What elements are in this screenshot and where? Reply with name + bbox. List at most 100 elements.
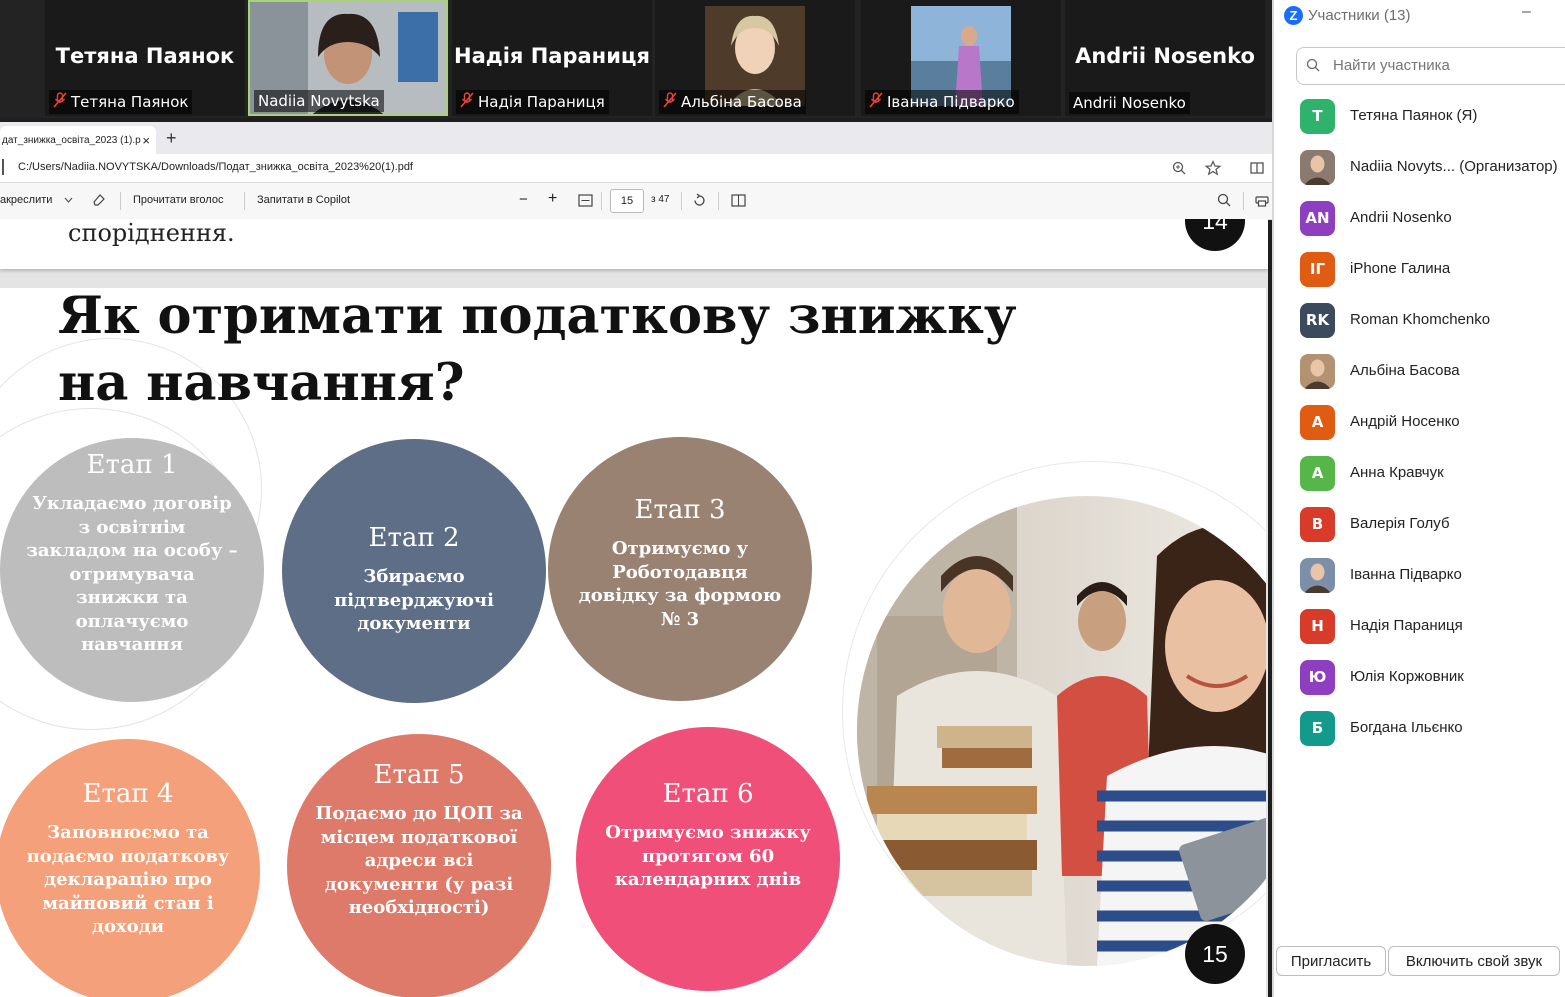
participant-row[interactable]: А Андрій Носенко: [1274, 396, 1565, 447]
video-tile[interactable]: Andrii Nosenko Andrii Nosenko: [1065, 0, 1265, 116]
slide-title: Як отримати податкову знижку на навчання…: [58, 288, 1017, 413]
participant-name: Надія Параниця: [1350, 617, 1463, 634]
draw-button[interactable]: акреслити: [0, 194, 52, 206]
pdf-toolbar: акреслити Прочитати вголос Запитати в Co…: [0, 183, 1272, 220]
participant-name: Andrii Nosenko: [1073, 94, 1186, 112]
muted-mic-icon: [460, 92, 474, 112]
page-view-icon[interactable]: [731, 194, 746, 207]
avatar: А: [1300, 405, 1335, 440]
zoom-icon[interactable]: [1172, 161, 1186, 175]
stage-title: Етап 5: [373, 760, 465, 790]
participant-name: Nadiia Novyts... (Организатор): [1350, 158, 1558, 175]
chevron-down-icon[interactable]: [64, 197, 73, 203]
participant-name: Валерія Голуб: [1350, 515, 1450, 532]
participant-row[interactable]: Іванна Підварко: [1274, 549, 1565, 600]
stage-title: Етап 2: [368, 523, 460, 553]
zoom-in-button[interactable]: +: [548, 190, 557, 208]
participant-row[interactable]: Т Тетяна Паянок (Я): [1274, 90, 1565, 141]
page-total: з 47: [651, 194, 670, 205]
stage-description: Отримуємо знижку протягом 60 календарних…: [605, 822, 811, 890]
url-text[interactable]: C:/Users/Nadiia.NOVYTSKA/Downloads/Подат…: [18, 161, 413, 173]
previous-page-text: споріднення.: [68, 219, 235, 247]
participant-name: Анна Кравчук: [1350, 464, 1444, 481]
toolbar-divider: [718, 192, 719, 210]
participants-title: Участники (13): [1308, 7, 1411, 24]
video-tile-label: Nadiia Novytska: [254, 90, 384, 112]
page-number-badge: 15: [1185, 924, 1245, 984]
participant-row[interactable]: AN Andrii Nosenko: [1274, 192, 1565, 243]
participant-name: Тетяна Паянок (Я): [1350, 107, 1478, 124]
avatar: А: [1300, 456, 1335, 491]
avatar: В: [1300, 507, 1335, 542]
participant-row[interactable]: Альбіна Басова: [1274, 345, 1565, 396]
video-tile-name: Надія Параниця: [454, 44, 650, 68]
video-tile[interactable]: Іванна Підварко: [861, 0, 1061, 116]
address-bar[interactable]: C:/Users/Nadiia.NOVYTSKA/Downloads/Подат…: [0, 154, 1272, 183]
participant-row[interactable]: ІГ iPhone Галина: [1274, 243, 1565, 294]
participant-name: Альбіна Басова: [1350, 362, 1460, 379]
participant-row[interactable]: RK Roman Khomchenko: [1274, 294, 1565, 345]
participant-row[interactable]: Ю Юлія Коржовник: [1274, 651, 1565, 702]
avatar: Б: [1300, 711, 1335, 746]
rotate-icon[interactable]: [692, 193, 707, 208]
minimize-icon[interactable]: –: [1522, 3, 1531, 21]
video-tile-name: Andrii Nosenko: [1075, 44, 1255, 68]
pdf-viewport[interactable]: споріднення. 14 Як отримати податкову зн…: [0, 219, 1268, 997]
avatar: Н: [1300, 609, 1335, 644]
muted-mic-icon: [869, 92, 883, 112]
participant-row[interactable]: Nadiia Novyts... (Организатор): [1274, 141, 1565, 192]
search-icon[interactable]: [1217, 193, 1231, 207]
favorite-star-icon[interactable]: [1205, 160, 1221, 176]
zoom-out-button[interactable]: −: [519, 191, 528, 208]
participant-name: Альбіна Басова: [681, 93, 802, 111]
video-tile[interactable]: Альбіна Басова: [655, 0, 855, 116]
search-input[interactable]: [1331, 56, 1565, 75]
participant-name: Надія Параниця: [478, 93, 605, 111]
toolbar-divider: [1243, 192, 1244, 210]
participant-name: Богдана Ільєнко: [1350, 719, 1463, 736]
stage-description: Отримуємо у Роботодавця довідку за формо…: [578, 538, 782, 630]
stage-title: Етап 3: [634, 495, 726, 525]
invite-button[interactable]: Пригласить: [1276, 946, 1386, 976]
video-tile[interactable]: Nadiia Novytska: [248, 0, 448, 116]
unmute-button[interactable]: Включить свой звук: [1388, 946, 1560, 976]
browser-tab[interactable]: дат_знижка_освіта_2023 (1).p ×: [0, 126, 156, 154]
participant-name: Юлія Коржовник: [1350, 668, 1464, 685]
tab-close-icon[interactable]: ×: [142, 133, 150, 148]
stage-circle: Етап 3 Отримуємо у Роботодавця довідку за…: [548, 437, 812, 701]
video-tile[interactable]: Надія Параниця Надія Параниця: [452, 0, 652, 116]
participant-search[interactable]: [1296, 47, 1565, 85]
copilot-button[interactable]: Запитати в Copilot: [257, 194, 350, 206]
participant-row[interactable]: В Валерія Голуб: [1274, 498, 1565, 549]
search-icon: [1306, 58, 1320, 72]
participants-panel: Z Участники (13) – Т Тетяна Паянок (Я) Nad…: [1272, 0, 1565, 997]
participant-name: Андрій Носенко: [1350, 413, 1460, 430]
participant-name: Andrii Nosenko: [1350, 209, 1452, 226]
toolbar-divider: [120, 192, 121, 210]
avatar: Т: [1300, 99, 1335, 134]
stage-description: Заповнюємо та подаємо податкову декларац…: [26, 822, 230, 937]
page-info-icon[interactable]: [2, 159, 4, 175]
participant-row[interactable]: Н Надія Параниця: [1274, 600, 1565, 651]
pdf-page-current: Як отримати податкову знижку на навчання…: [0, 288, 1266, 997]
read-aloud-button[interactable]: Прочитати вголос: [133, 194, 223, 206]
eraser-icon[interactable]: [92, 193, 106, 207]
fit-width-icon[interactable]: [578, 194, 593, 207]
participant-row[interactable]: А Анна Кравчук: [1274, 447, 1565, 498]
participant-name: Roman Khomchenko: [1350, 311, 1491, 328]
previous-page-number: 14: [1185, 219, 1245, 251]
stage-description: Подаємо до ЦОП за місцем податкової адре…: [315, 803, 523, 918]
split-screen-icon[interactable]: [1250, 161, 1264, 175]
page-number-input[interactable]: 15: [610, 189, 644, 213]
new-tab-icon[interactable]: +: [166, 128, 177, 149]
browser-tab-bar: дат_знижка_освіта_2023 (1).p × +: [0, 122, 1272, 154]
participant-name: Тетяна Паянок: [71, 93, 189, 111]
stage-circle: Етап 2 Збираємо підтверджуючі документи: [282, 439, 546, 703]
print-icon[interactable]: [1255, 193, 1269, 207]
video-tile[interactable]: Тетяна Паянок Тетяна Паянок: [45, 0, 245, 116]
stage-circle: Етап 6 Отримуємо знижку протягом 60 кален…: [576, 727, 840, 991]
participant-row[interactable]: Б Богдана Ільєнко: [1274, 702, 1565, 753]
avatar: [1300, 354, 1335, 389]
zoom-logo-icon: Z: [1284, 6, 1303, 25]
avatar: [1300, 150, 1335, 185]
